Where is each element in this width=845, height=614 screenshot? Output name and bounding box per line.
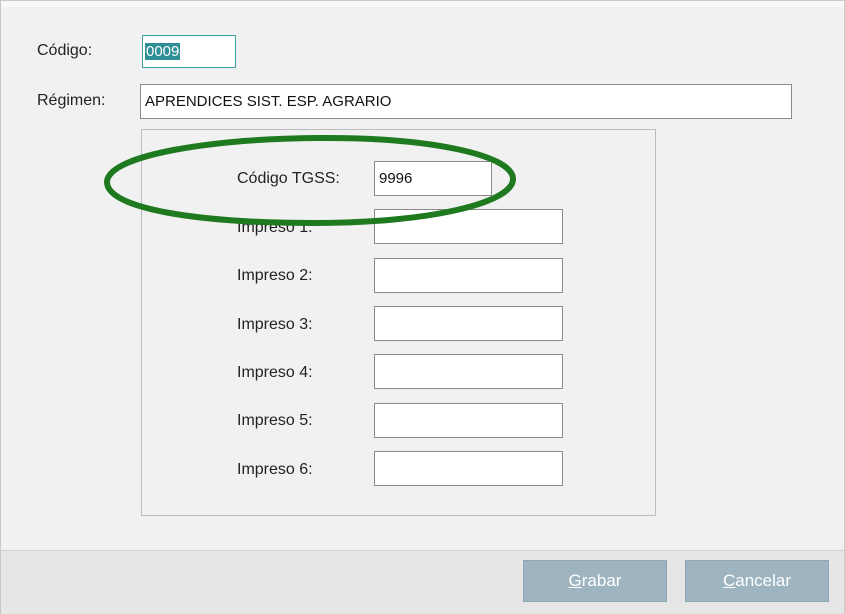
impreso-2-input[interactable] bbox=[374, 258, 563, 293]
cancelar-label: Cancelar bbox=[723, 571, 791, 591]
edit-regimen-dialog: Código: 0009 Régimen: APRENDICES SIST. E… bbox=[0, 0, 845, 614]
codigo-value: 0009 bbox=[145, 43, 181, 60]
regimen-value: APRENDICES SIST. ESP. AGRARIO bbox=[145, 93, 392, 110]
cancelar-button[interactable]: Cancelar bbox=[685, 560, 829, 602]
grabar-button[interactable]: Grabar bbox=[523, 560, 667, 602]
grabar-label-rest: rabar bbox=[581, 571, 622, 590]
codigo-tgss-label: Código TGSS: bbox=[237, 170, 340, 187]
impreso-6-input[interactable] bbox=[374, 451, 563, 486]
impreso-5-label: Impreso 5: bbox=[237, 412, 313, 429]
impreso-3-label: Impreso 3: bbox=[237, 316, 313, 333]
impreso-1-label: Impreso 1: bbox=[237, 219, 313, 236]
codigo-input[interactable]: 0009 bbox=[142, 35, 236, 68]
cancelar-mnemonic: C bbox=[722, 571, 736, 590]
regimen-label: Régimen: bbox=[37, 92, 106, 109]
impreso-5-input[interactable] bbox=[374, 403, 563, 438]
grabar-label: Grabar bbox=[569, 571, 622, 591]
grabar-mnemonic: G bbox=[568, 571, 582, 590]
regimen-input[interactable]: APRENDICES SIST. ESP. AGRARIO bbox=[140, 84, 792, 119]
codigo-label: Código: bbox=[37, 42, 93, 59]
codigo-tgss-input[interactable]: 9996 bbox=[374, 161, 492, 196]
impreso-3-input[interactable] bbox=[374, 306, 563, 341]
impreso-1-input[interactable] bbox=[374, 209, 563, 244]
cancelar-label-rest: ancelar bbox=[735, 571, 792, 590]
impreso-4-input[interactable] bbox=[374, 354, 563, 389]
codigo-tgss-value: 9996 bbox=[379, 170, 413, 187]
impreso-2-label: Impreso 2: bbox=[237, 267, 313, 284]
dialog-top-edge bbox=[1, 1, 844, 7]
impreso-6-label: Impreso 6: bbox=[237, 461, 313, 478]
impreso-4-label: Impreso 4: bbox=[237, 364, 313, 381]
